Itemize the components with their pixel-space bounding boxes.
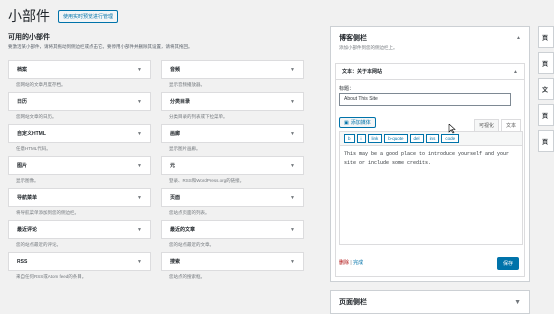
right-column: 页 页 文 页 页	[538, 26, 554, 156]
available-widgets-title: 可用的小部件	[8, 34, 50, 41]
widget-name: 档案	[17, 67, 28, 73]
widget-image[interactable]: 图片 ▼	[8, 156, 151, 175]
widget-desc: 您网站文章的日历。	[16, 114, 57, 119]
manage-live-preview-button[interactable]: 使用实时预览进行管理	[58, 9, 119, 23]
editor-content[interactable]: This may be a good place to introduce yo…	[340, 146, 522, 172]
caret-down-icon[interactable]: ▼	[290, 131, 295, 137]
text-widget-header[interactable]: 文本：关于本网站 ▲	[336, 64, 524, 80]
right-sidebar-box[interactable]: 页	[538, 52, 554, 74]
qt-bquote-button[interactable]: b-quote	[384, 134, 408, 143]
widget-search[interactable]: 搜索 ▼	[161, 252, 304, 271]
widget-desc: 分类目录的列表或下拉菜单。	[169, 114, 228, 119]
add-media-button[interactable]: ▣ 添加媒体	[339, 117, 376, 128]
caret-down-icon[interactable]: ▼	[290, 99, 295, 105]
widget-nav-menu[interactable]: 导航菜单 ▼	[8, 188, 151, 207]
widget-name: RSS	[17, 258, 28, 265]
caret-down-icon[interactable]: ▼	[137, 163, 142, 169]
right-sidebar-box[interactable]: 页	[538, 104, 554, 126]
widget-desc: 任意HTML代码。	[16, 146, 51, 151]
right-sidebar-box[interactable]: 页	[538, 26, 554, 48]
widget-name: 页面	[170, 195, 181, 201]
widget-name: 搜索	[170, 259, 181, 265]
text-widget-title: 文本：关于本网站	[342, 69, 383, 75]
widget-name: 音频	[170, 67, 181, 73]
qt-del-button[interactable]: del	[409, 134, 424, 143]
qt-italic-button[interactable]: i	[356, 134, 366, 143]
media-icon: ▣	[344, 119, 349, 126]
add-media-label: 添加媒体	[350, 120, 371, 126]
caret-down-icon[interactable]: ▼	[137, 227, 142, 233]
widget-name: 最近评论	[17, 227, 38, 233]
widget-calendar[interactable]: 日历 ▼	[8, 92, 151, 111]
widget-desc: 您的站点最近的评论。	[16, 242, 61, 247]
widget-recent-posts[interactable]: 最近的文章 ▼	[161, 220, 304, 239]
quicktags-toolbar: b i link b-quote del ins code	[340, 132, 522, 146]
widgets-page: 小部件 使用实时预览进行管理 可用的小部件 要激活某小部件，请将其拖动到侧边栏或…	[0, 0, 554, 314]
sidebar-desc: 添加小部件到您的侧边栏上。	[339, 45, 398, 50]
caret-down-icon[interactable]: ▼	[290, 227, 295, 233]
widget-desc: 显示音频播放器。	[169, 82, 205, 87]
caret-down-icon[interactable]: ▼	[137, 259, 142, 265]
page-title: 小部件	[8, 8, 50, 24]
title-label: 标题：	[339, 86, 355, 92]
qt-code-button[interactable]: code	[441, 134, 460, 143]
caret-down-icon[interactable]: ▼	[137, 131, 142, 137]
widget-name: 自定义HTML	[17, 131, 46, 137]
widget-categories[interactable]: 分类目录 ▼	[161, 92, 304, 111]
page-sidebar-title: 页面侧栏	[339, 299, 367, 306]
widget-desc: 显示图片画廊。	[169, 146, 201, 151]
mouse-cursor-icon	[448, 124, 456, 134]
widget-desc: 来自任何RSS或Atom feed的条目。	[16, 274, 87, 279]
caret-down-icon[interactable]: ▼	[137, 99, 142, 105]
widget-pages[interactable]: 页面 ▼	[161, 188, 304, 207]
caret-up-icon[interactable]: ▲	[513, 69, 518, 75]
qt-link-button[interactable]: link	[367, 134, 383, 143]
available-widgets-desc: 要激活某小部件，请将其拖动到侧边栏或点击它。要停用小部件并删除其设置，请将其拖回…	[8, 44, 193, 49]
widget-name: 日历	[17, 99, 28, 105]
caret-up-icon[interactable]: ▲	[516, 35, 521, 41]
caret-down-icon[interactable]: ▼	[137, 195, 142, 201]
widget-desc: 您的站点最近的文章。	[169, 242, 214, 247]
widget-desc: 您站点的搜索框。	[169, 274, 205, 279]
widget-desc: 登录、RSS和WordPress.org的链接。	[169, 178, 245, 183]
page-sidebar-panel[interactable]: 页面侧栏 ▼	[330, 290, 530, 314]
widget-archives[interactable]: 档案 ▼	[8, 60, 151, 79]
widget-name: 导航菜单	[17, 195, 38, 201]
widget-rss[interactable]: RSS ▼	[8, 252, 151, 271]
widget-controls: 删除 | 完成	[339, 259, 363, 266]
right-sidebar-box[interactable]: 页	[538, 130, 554, 152]
widget-name: 画廊	[170, 131, 181, 137]
title-input[interactable]: About This Site	[339, 93, 511, 106]
delete-link[interactable]: 删除	[339, 260, 349, 266]
qt-ins-button[interactable]: ins	[425, 134, 440, 143]
done-link[interactable]: 完成	[353, 260, 363, 266]
blog-sidebar-panel: 博客侧栏 ▲ 添加小部件到您的侧边栏上。 文本：关于本网站 ▲ 标题： Abou…	[330, 26, 530, 282]
caret-down-icon[interactable]: ▼	[290, 195, 295, 201]
page-header: 小部件 使用实时预览进行管理	[8, 6, 119, 26]
widget-audio[interactable]: 音频 ▼	[161, 60, 304, 79]
widget-name: 元	[170, 163, 176, 169]
widget-name: 分类目录	[170, 99, 191, 105]
caret-down-icon[interactable]: ▼	[137, 67, 142, 73]
widget-desc: 您网站的文章月度存档。	[16, 82, 66, 87]
caret-down-icon[interactable]: ▼	[290, 259, 295, 265]
caret-down-icon[interactable]: ▼	[290, 67, 295, 73]
text-editor[interactable]: b i link b-quote del ins code This may b…	[339, 131, 523, 245]
widget-desc: 您站点页面的列表。	[169, 210, 210, 215]
widget-name: 最近的文章	[170, 227, 196, 233]
widget-meta[interactable]: 元 ▼	[161, 156, 304, 175]
widget-recent-comments[interactable]: 最近评论 ▼	[8, 220, 151, 239]
caret-down-icon[interactable]: ▼	[514, 299, 521, 306]
widget-grid: 档案 ▼ 您网站的文章月度存档。 日历 ▼ 您网站文章的日历。 自定义HTML ▼ 任…	[8, 60, 304, 284]
widget-custom-html[interactable]: 自定义HTML ▼	[8, 124, 151, 143]
caret-down-icon[interactable]: ▼	[290, 163, 295, 169]
widget-name: 图片	[17, 163, 28, 169]
widget-gallery[interactable]: 画廊 ▼	[161, 124, 304, 143]
widget-desc: 显示图像。	[16, 178, 39, 183]
save-button[interactable]: 保存	[496, 257, 519, 270]
widget-desc: 将导航菜单添加到您的侧边栏。	[16, 210, 79, 215]
right-sidebar-box[interactable]: 文	[538, 78, 554, 100]
sidebar-title: 博客侧栏	[339, 35, 367, 42]
qt-bold-button[interactable]: b	[344, 134, 355, 143]
